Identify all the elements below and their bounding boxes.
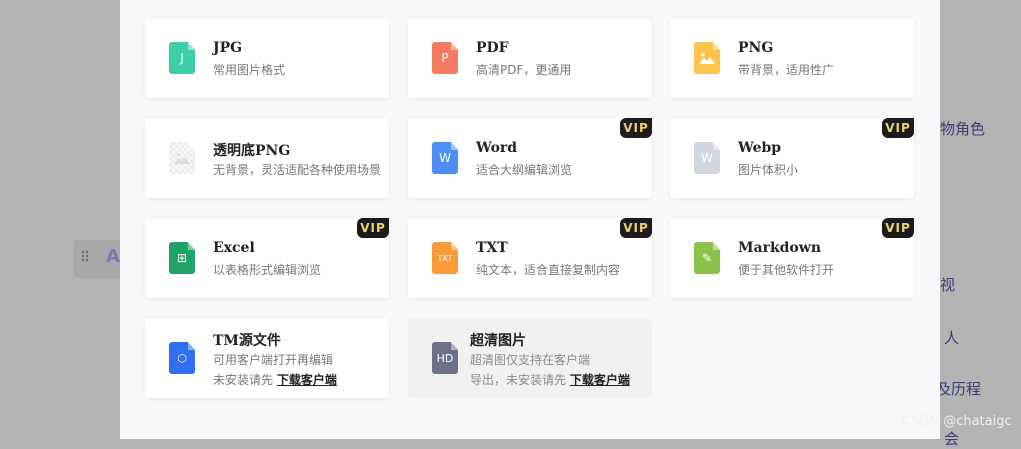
format-card-tm-source[interactable]: ⬡ TM源文件 可用客户端打开再编辑 未安装请先 下载客户端 bbox=[145, 318, 389, 398]
word-file-icon: W bbox=[432, 142, 458, 174]
background-text: 及历程 bbox=[936, 380, 982, 398]
markdown-file-icon: ✎ bbox=[694, 242, 720, 274]
format-title: TXT bbox=[476, 240, 508, 256]
image-glyph-icon bbox=[699, 53, 715, 64]
image-glyph-icon bbox=[174, 153, 190, 164]
format-title: TM源文件 bbox=[213, 333, 281, 349]
watermark: CSDN @chataigc bbox=[902, 414, 1012, 429]
format-title: 超清图片 bbox=[470, 333, 526, 349]
hd-file-icon: HD bbox=[432, 342, 458, 374]
format-card-word[interactable]: W Word 适合大纲编辑浏览 VIP bbox=[408, 118, 652, 198]
vip-badge: VIP bbox=[620, 218, 652, 238]
format-card-excel[interactable]: ⊞ Excel 以表格形式编辑浏览 VIP bbox=[145, 218, 389, 298]
format-description: 图片体积小 bbox=[738, 163, 799, 177]
format-card-transparent-png[interactable]: 透明底PNG 无背景，灵活适配各种使用场景 bbox=[145, 118, 389, 198]
format-description: 便于其他软件打开 bbox=[738, 263, 835, 277]
background-letter: A bbox=[106, 246, 120, 267]
vip-badge: VIP bbox=[882, 118, 914, 138]
format-description: 可用客户端打开再编辑 bbox=[213, 353, 334, 367]
format-card-hd-image[interactable]: HD 超清图片 超清图仅支持在客户端 导出，未安装请先 下载客户端 bbox=[408, 318, 652, 398]
drag-handle-icon: ⠿ bbox=[80, 250, 91, 266]
vip-badge: VIP bbox=[620, 118, 652, 138]
vip-badge: VIP bbox=[357, 218, 389, 238]
format-card-png[interactable]: PNG 带背景，适用性广 bbox=[670, 18, 914, 98]
format-description: 适合大纲编辑浏览 bbox=[476, 163, 573, 177]
excel-file-icon: ⊞ bbox=[169, 242, 195, 274]
format-title: Webp bbox=[738, 140, 782, 156]
format-description: 纯文本，适合直接复制内容 bbox=[476, 263, 621, 277]
format-title: PDF bbox=[476, 40, 509, 56]
background-text: 人 bbox=[944, 329, 960, 347]
format-title: Excel bbox=[213, 240, 255, 256]
png-file-icon bbox=[694, 42, 720, 74]
format-description: 超清图仅支持在客户端 bbox=[470, 353, 591, 367]
format-description: 以表格形式编辑浏览 bbox=[213, 263, 322, 277]
format-title: JPG bbox=[213, 40, 243, 56]
download-client-link[interactable]: 下载客户端 bbox=[277, 373, 337, 387]
format-card-txt[interactable]: TXT TXT 纯文本，适合直接复制内容 VIP bbox=[408, 218, 652, 298]
format-description: 无背景，灵活适配各种使用场景 bbox=[213, 163, 382, 177]
install-note-text: 导出，未安装请先 bbox=[470, 373, 570, 387]
format-install-note: 导出，未安装请先 下载客户端 bbox=[470, 371, 630, 388]
format-description: 带背景，适用性广 bbox=[738, 63, 835, 77]
install-note-text: 未安装请先 bbox=[213, 373, 277, 387]
jpg-file-icon: J bbox=[169, 42, 195, 74]
download-client-link[interactable]: 下载客户端 bbox=[570, 373, 630, 387]
format-title: 透明底PNG bbox=[213, 143, 291, 159]
vip-badge: VIP bbox=[882, 218, 914, 238]
format-description: 常用图片格式 bbox=[213, 63, 286, 77]
background-text: 视 bbox=[940, 276, 956, 294]
format-title: PNG bbox=[738, 40, 774, 56]
pdf-file-icon: P bbox=[432, 42, 458, 74]
format-card-markdown[interactable]: ✎ Markdown 便于其他软件打开 VIP bbox=[670, 218, 914, 298]
webp-file-icon: W bbox=[694, 142, 720, 174]
format-card-pdf[interactable]: P PDF 高清PDF，更通用 bbox=[408, 18, 652, 98]
tm-file-icon: ⬡ bbox=[169, 342, 195, 374]
format-card-webp[interactable]: W Webp 图片体积小 VIP bbox=[670, 118, 914, 198]
format-title: Word bbox=[476, 140, 518, 156]
format-description: 高清PDF，更通用 bbox=[476, 63, 572, 77]
format-card-jpg[interactable]: J JPG 常用图片格式 bbox=[145, 18, 389, 98]
format-install-note: 未安装请先 下载客户端 bbox=[213, 371, 337, 388]
format-title: Markdown bbox=[738, 240, 822, 256]
background-text: 物角色 bbox=[940, 120, 986, 138]
transparent-png-file-icon bbox=[169, 142, 195, 174]
export-format-modal: J JPG 常用图片格式 P PDF 高清PDF，更通用 PNG 带背景，适用性… bbox=[120, 0, 940, 439]
txt-file-icon: TXT bbox=[432, 242, 458, 274]
